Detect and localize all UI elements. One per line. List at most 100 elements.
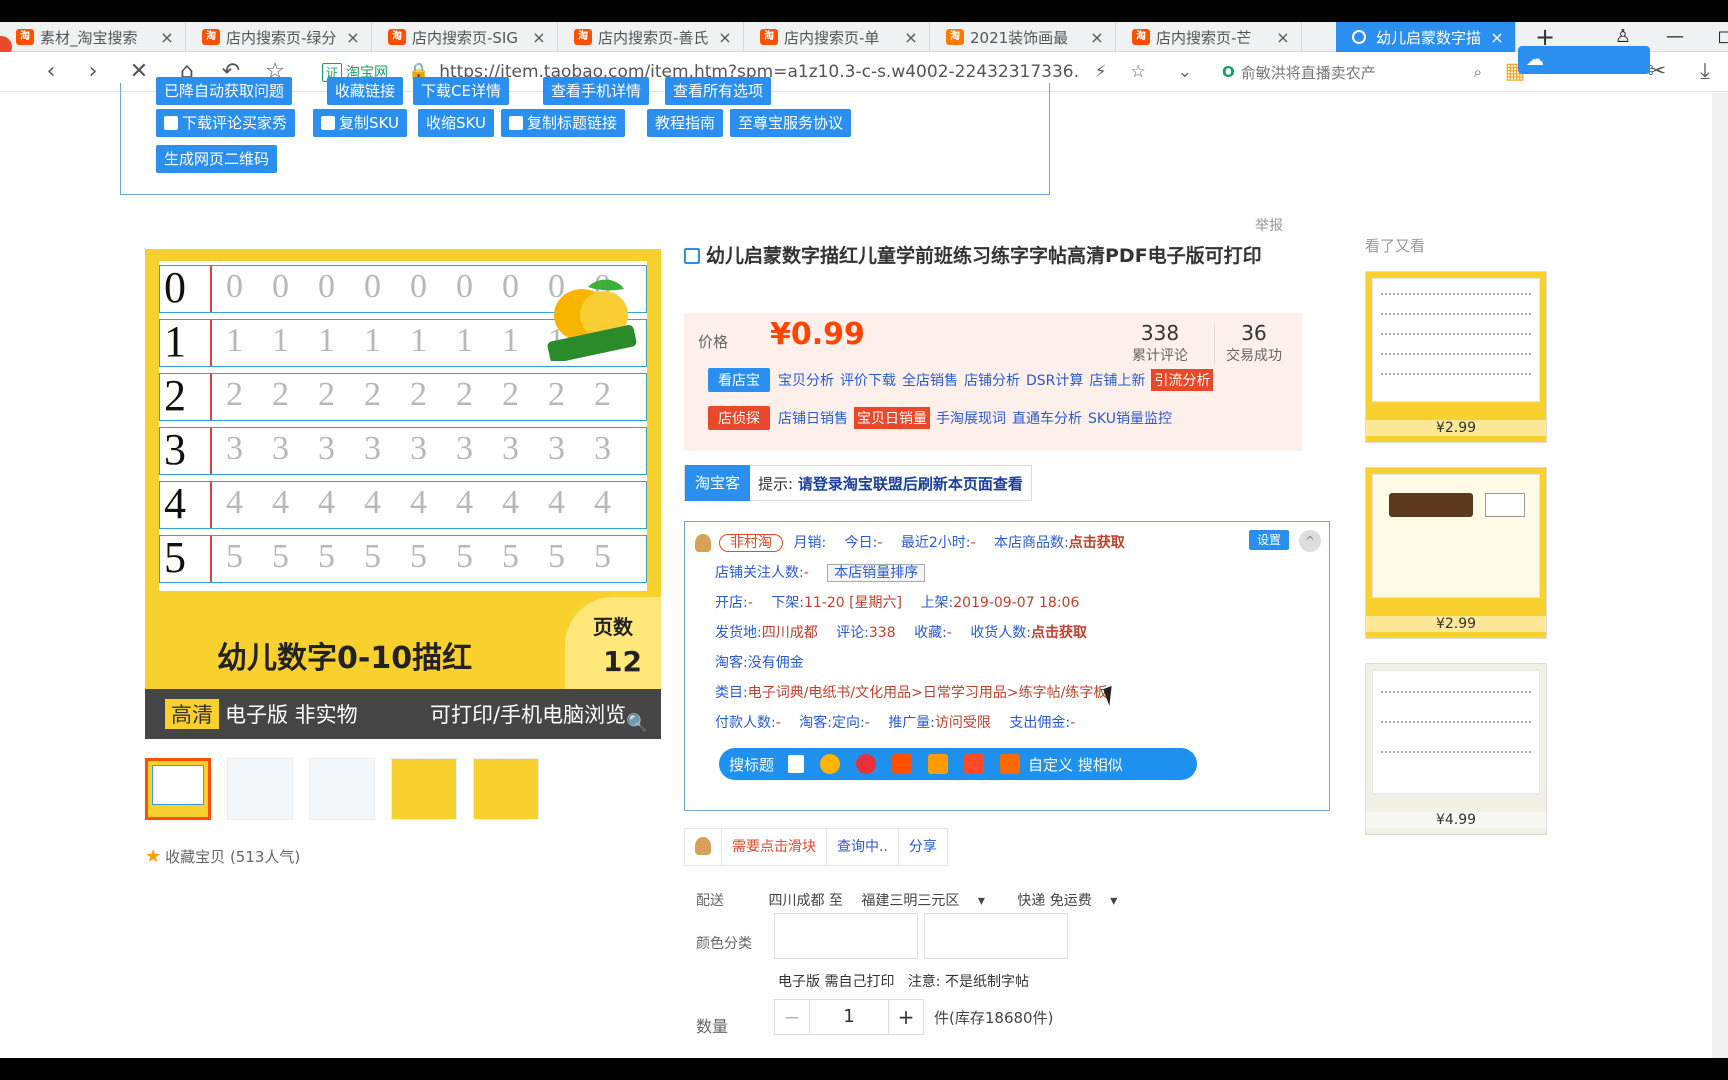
plugin-button[interactable]: 已降自动获取问题 (156, 77, 293, 105)
pinduoduo-icon[interactable] (856, 754, 877, 774)
quantity-input[interactable]: 1 (810, 999, 888, 1035)
rail-item-2[interactable]: ¥2.99 (1365, 467, 1547, 639)
custom-similar-links[interactable]: 自定义 搜相似 (1028, 754, 1123, 775)
vertical-scrollbar[interactable] (1712, 93, 1728, 1058)
sort-sales-button[interactable]: 本店销量排序 (827, 564, 926, 582)
tab-6[interactable]: 淘店内搜索页-芒 × (1116, 22, 1302, 52)
service-agreement-button[interactable]: 至尊宝服务协议 (730, 109, 852, 137)
download-icon (164, 116, 178, 130)
close-icon[interactable]: × (717, 28, 733, 47)
copy-icon[interactable] (684, 248, 700, 264)
download-reviews-button[interactable]: 下载评论买家秀 (156, 109, 296, 137)
tool-link[interactable]: 全店销售 (902, 370, 958, 390)
plugin-button[interactable]: 下载CE详情 (413, 77, 509, 105)
delivery-to-select[interactable]: 福建三明三元区 ▾ (861, 893, 998, 909)
close-icon[interactable]: × (1489, 28, 1505, 47)
rail-item-3[interactable]: ¥4.99 (1365, 663, 1547, 835)
thumbnail-3[interactable] (309, 758, 375, 820)
thumbnail-5[interactable] (473, 758, 539, 820)
thumbnail-2[interactable] (227, 758, 293, 820)
tab-2[interactable]: 淘店内搜索页-SIG × (372, 22, 558, 52)
dianzhentan-badge[interactable]: 店侦探 (708, 406, 770, 430)
quantity-plus-button[interactable]: + (888, 999, 924, 1035)
sku-option-1[interactable] (774, 913, 918, 959)
tool-link[interactable]: 店铺上新 (1089, 370, 1145, 390)
share-button[interactable]: 分享 (899, 829, 947, 865)
back-icon[interactable]: ‹ (36, 58, 66, 86)
tab-1[interactable]: 淘店内搜索页-绿分 × (186, 22, 372, 52)
plugin-button[interactable]: 查看手机详情 (543, 77, 650, 105)
maximize-icon[interactable]: ◻ (1700, 22, 1728, 52)
stop-icon[interactable]: ✕ (124, 58, 154, 86)
kandianbao-badge[interactable]: 看店宝 (708, 368, 770, 392)
tool-link-highlight[interactable]: 引流分析 (1151, 369, 1214, 391)
copy-sku-button[interactable]: 复制SKU (313, 109, 407, 137)
lightning-icon[interactable]: ⚡ (1095, 62, 1107, 82)
copy-icon[interactable] (788, 755, 805, 773)
tool-link[interactable]: 店铺日销售 (778, 408, 848, 428)
zoom-icon[interactable]: 🔍 (626, 713, 648, 734)
thumbnail-4[interactable] (391, 758, 457, 820)
plugin-button[interactable]: 查看所有选项 (665, 77, 772, 105)
digit-row: 5555555555 (159, 534, 647, 583)
rail-item-1[interactable]: ¥2.99 (1365, 271, 1547, 443)
favorite-button[interactable]: ★ 收藏宝贝 (513人气) (145, 846, 300, 867)
close-icon[interactable]: × (159, 28, 175, 47)
tab-title: 店内搜索页-绿分 (226, 28, 337, 47)
quantity-minus-button[interactable]: − (774, 999, 810, 1035)
qrcode-button[interactable]: 生成网页二维码 (156, 145, 278, 173)
close-icon[interactable]: × (903, 28, 919, 47)
bookmark-icon[interactable]: ☆ (1131, 62, 1146, 82)
settings-button[interactable]: 设置 (1249, 530, 1289, 550)
minimize-icon[interactable]: — (1650, 22, 1700, 52)
close-icon[interactable]: × (1089, 28, 1105, 47)
cloud-sync-button[interactable]: ☁ (1518, 46, 1650, 74)
gift-icon[interactable] (1000, 754, 1021, 774)
tool-link[interactable]: 直通车分析 (1012, 408, 1082, 428)
aliexpress-icon[interactable] (820, 754, 841, 774)
nong-badge: 非村淘 (719, 534, 783, 552)
tool-link[interactable]: DSR计算 (1026, 370, 1083, 390)
suning-icon[interactable] (964, 754, 985, 774)
collect-value: - (946, 625, 952, 641)
collapse-sku-button[interactable]: 收缩SKU (418, 109, 494, 137)
slider-verify-button[interactable]: 需要点击滑块 (722, 829, 827, 865)
taobao-icon[interactable] (892, 754, 913, 774)
shop-count-link[interactable]: 点击获取 (1069, 535, 1125, 551)
reviews-stat[interactable]: 338 累计评论 (1132, 321, 1188, 365)
close-icon[interactable]: × (345, 28, 361, 47)
search-input[interactable]: O 俞敏洪将直播卖农产 ⌕ (1222, 57, 1482, 87)
tracing-digit: 1 (272, 322, 289, 359)
tool-link[interactable]: 宝贝分析 (778, 370, 834, 390)
thumbnail-1[interactable] (145, 758, 211, 820)
tool-link[interactable]: SKU销量监控 (1088, 408, 1172, 428)
close-icon[interactable]: × (531, 28, 547, 47)
1688-icon[interactable] (928, 754, 949, 774)
tool-link-highlight[interactable]: 宝贝日销量 (854, 407, 930, 429)
collapse-icon[interactable]: ^ (1299, 530, 1321, 552)
delivery-method-select[interactable]: 快递 免运费 ▾ (1017, 893, 1131, 909)
tab-active[interactable]: 幼儿启蒙数字描 × (1336, 22, 1516, 52)
product-main-image[interactable]: 0000000000 1111111111 2222222222 3333333… (145, 249, 661, 739)
tool-link[interactable]: 手淘展现词 (936, 408, 1006, 428)
sku-option-2[interactable] (924, 913, 1068, 959)
report-link[interactable]: 举报 (1255, 215, 1283, 235)
tracing-digit: 2 (364, 376, 381, 413)
tab-4[interactable]: 淘店内搜索页-单 × (744, 22, 930, 52)
close-icon[interactable]: × (1275, 28, 1291, 47)
search-title-button[interactable]: 搜标题 (729, 754, 774, 775)
tab-3[interactable]: 淘店内搜索页-善氏 × (558, 22, 744, 52)
forward-icon[interactable]: › (78, 58, 108, 86)
tab-0[interactable]: 淘素材_淘宝搜索 × (0, 22, 186, 52)
plugin-button[interactable]: 收藏链接 (327, 77, 404, 105)
chevron-down-icon[interactable]: ⌄ (1178, 62, 1192, 82)
tool-link[interactable]: 评价下载 (840, 370, 896, 390)
tip-link[interactable]: 请登录淘宝联盟后刷新本页面查看 (798, 475, 1023, 493)
tool-link[interactable]: 店铺分析 (964, 370, 1020, 390)
tab-5[interactable]: 淘 2021装饰画最 × (930, 22, 1116, 52)
search-icon[interactable]: ⌕ (1474, 63, 1482, 81)
download-icon[interactable]: ⤓ (1690, 58, 1720, 86)
receivers-link[interactable]: 点击获取 (1031, 625, 1087, 641)
tutorial-button[interactable]: 教程指南 (647, 109, 724, 137)
copy-title-link-button[interactable]: 复制标题链接 (501, 109, 626, 137)
